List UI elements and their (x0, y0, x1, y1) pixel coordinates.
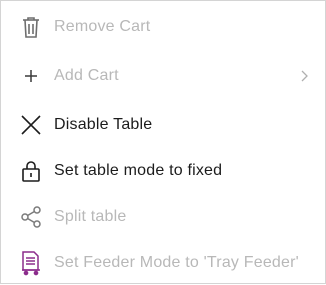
menu-item-label: Remove Cart (54, 18, 151, 35)
menu-item-split-table[interactable]: Split table (1, 195, 325, 239)
chevron-right-icon (299, 69, 309, 83)
menu-item-disable-table[interactable]: Disable Table (1, 103, 325, 147)
share-icon (19, 205, 43, 229)
context-menu: Remove Cart Add Cart Disable Table Set t… (0, 0, 326, 284)
lock-icon (19, 159, 43, 183)
menu-item-add-cart[interactable]: Add Cart (1, 54, 325, 98)
plus-icon (19, 64, 43, 88)
menu-item-label: Add Cart (54, 67, 119, 84)
menu-item-label: Set Feeder Mode to 'Tray Feeder' (54, 254, 299, 271)
menu-item-label: Disable Table (54, 116, 153, 133)
x-icon (19, 113, 43, 137)
menu-item-set-feeder-mode-tray[interactable]: Set Feeder Mode to 'Tray Feeder' (1, 241, 325, 285)
tray-feeder-icon (19, 251, 43, 276)
menu-item-label: Split table (54, 208, 127, 225)
menu-item-label: Set table mode to fixed (54, 162, 223, 179)
menu-item-remove-cart[interactable]: Remove Cart (1, 5, 325, 49)
trash-icon (19, 15, 43, 39)
menu-item-set-table-mode-fixed[interactable]: Set table mode to fixed (1, 149, 325, 193)
